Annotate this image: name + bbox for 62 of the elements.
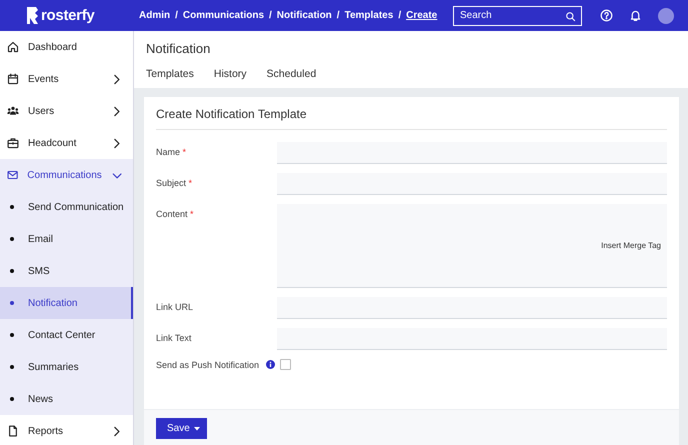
bullet-icon	[10, 365, 14, 369]
sidebar-subitem[interactable]: Send Communication	[0, 191, 133, 223]
form-title: Create Notification Template	[156, 107, 667, 130]
search-field[interactable]: Search	[453, 6, 582, 26]
sidebar-subitem[interactable]: Summaries	[0, 351, 133, 383]
breadcrumb-separator: /	[398, 10, 402, 21]
avatar[interactable]	[658, 8, 674, 24]
sidebar-subitem[interactable]: SMS	[0, 255, 133, 287]
users-icon	[7, 105, 19, 117]
field-label: Subject *	[156, 177, 194, 190]
envelope-icon	[7, 169, 18, 181]
sidebar-item[interactable]: Dashboard	[0, 31, 133, 63]
input-field[interactable]	[277, 297, 667, 319]
breadcrumb-separator: /	[175, 10, 178, 21]
sidebar-item[interactable]: Reports	[0, 415, 133, 445]
bullet-icon	[10, 333, 14, 337]
logo-icon	[27, 7, 38, 24]
breadcrumb-link[interactable]: Admin	[139, 10, 170, 21]
checkbox[interactable]	[280, 359, 291, 370]
bullet-icon	[10, 237, 14, 241]
breadcrumb-link[interactable]: Notification	[276, 10, 332, 21]
sidebar-item[interactable]: Events	[0, 63, 133, 95]
sidebar-item[interactable]: Headcount	[0, 127, 133, 159]
search-icon	[565, 10, 576, 22]
bullet-icon	[10, 205, 14, 209]
caret-icon	[194, 426, 200, 430]
document-icon	[7, 425, 19, 437]
page-title: Notification	[146, 41, 212, 56]
tab[interactable]: Scheduled	[266, 68, 316, 80]
breadcrumb-separator: /	[269, 10, 272, 21]
home-icon	[7, 41, 19, 53]
field-label: Link URL	[156, 301, 194, 314]
field-label: Name *	[156, 146, 188, 159]
bullet-icon	[10, 301, 14, 305]
breadcrumb-separator: /	[336, 10, 340, 21]
input-field[interactable]	[277, 328, 667, 350]
sidebar-subitem[interactable]: Notification	[0, 287, 133, 319]
breadcrumb-link[interactable]: Create	[406, 10, 438, 21]
tab[interactable]: Templates	[146, 68, 194, 80]
sidebar-subitem[interactable]: Email	[0, 223, 133, 255]
sidebar-item[interactable]: Users	[0, 95, 133, 127]
input-field[interactable]	[277, 142, 667, 164]
bullet-icon	[10, 269, 14, 273]
field-label: Link Text	[156, 332, 192, 345]
tab[interactable]: History	[214, 68, 247, 80]
logo-text: rosterfy	[41, 7, 94, 24]
sidebar-subitem[interactable]: News	[0, 383, 133, 415]
sidebar-subitem[interactable]: Contact Center	[0, 319, 133, 351]
breadcrumb-link[interactable]: Templates	[344, 10, 394, 21]
field-label: Content *	[156, 208, 195, 221]
breadcrumb-link[interactable]: Communications	[182, 10, 264, 21]
bullet-icon	[10, 397, 14, 401]
text-area[interactable]: Insert Merge Tag	[277, 204, 667, 288]
merge-tag-link[interactable]: Insert Merge Tag	[601, 241, 661, 250]
calendar-icon	[7, 73, 19, 85]
save-button[interactable]: Save	[156, 418, 207, 439]
bell-icon	[629, 9, 642, 22]
field-label: Send as Push Notification	[156, 360, 260, 370]
sidebar-item[interactable]: Communications	[0, 159, 133, 191]
help-icon	[600, 9, 613, 22]
input-field[interactable]	[277, 173, 667, 195]
briefcase-icon	[7, 137, 19, 149]
